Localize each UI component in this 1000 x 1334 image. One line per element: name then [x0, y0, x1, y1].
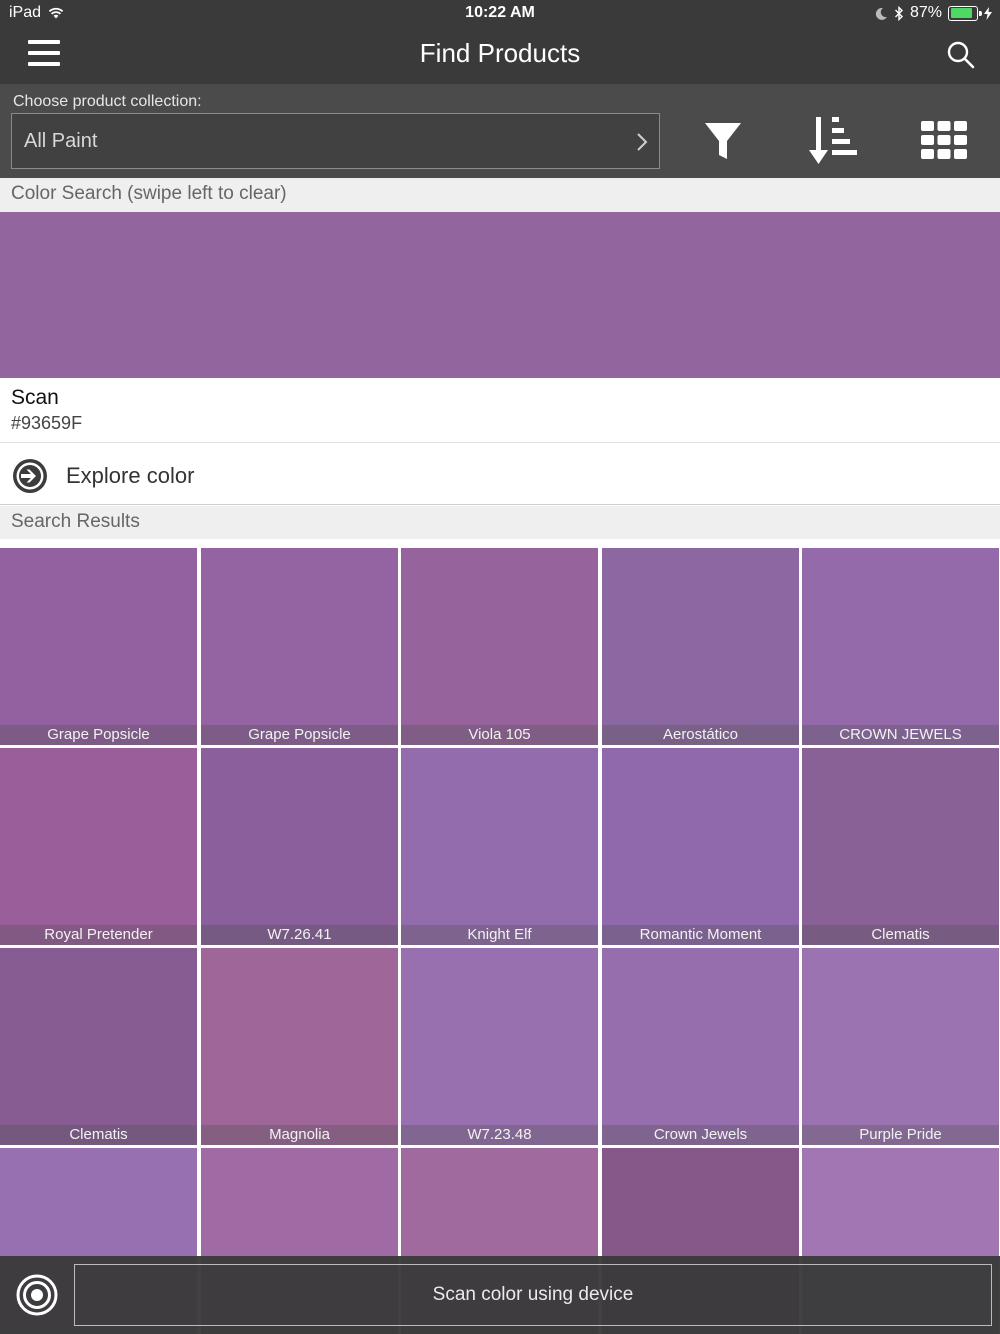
battery-fill — [950, 8, 973, 18]
bottom-bar: Scan color using device — [0, 1256, 1000, 1334]
color-tile-label: Crown Jewels — [602, 1125, 799, 1145]
scan-info: Scan #93659F — [0, 378, 1000, 443]
color-tile-label: Knight Elf — [401, 925, 598, 945]
scan-title: Scan — [11, 386, 59, 409]
status-right: 87% — [875, 4, 992, 22]
scanned-color-swatch[interactable] — [0, 212, 1000, 378]
color-tile-label: W7.23.48 — [401, 1125, 598, 1145]
color-tile-label: Viola 105 — [401, 725, 598, 745]
collection-controls: Choose product collection: All Paint — [0, 84, 1000, 178]
bluetooth-icon — [894, 5, 903, 21]
arrow-right-circle-icon — [13, 459, 47, 493]
collection-select[interactable]: All Paint — [11, 113, 660, 169]
color-tile[interactable]: W7.23.48 — [401, 948, 598, 1145]
color-tile[interactable]: Clematis — [0, 948, 197, 1145]
page-title: Find Products — [419, 38, 581, 68]
color-tile-label: Grape Popsicle — [201, 725, 398, 745]
moon-icon — [875, 7, 887, 20]
charging-bolt-icon — [984, 6, 992, 20]
color-tile[interactable]: Grape Popsicle — [201, 548, 398, 745]
collection-value: All Paint — [24, 130, 98, 152]
scan-target-icon[interactable] — [16, 1274, 58, 1316]
color-tile[interactable]: CROWN JEWELS — [802, 548, 999, 745]
color-tile[interactable]: Aerostático — [602, 548, 799, 745]
color-tile-label: Purple Pride — [802, 1125, 999, 1145]
chevron-right-icon — [637, 133, 648, 151]
color-tile-label: Magnolia — [201, 1125, 398, 1145]
collection-label: Choose product collection: — [13, 93, 202, 110]
scan-hex-value: #93659F — [11, 413, 83, 433]
color-tile[interactable]: Grape Popsicle — [0, 548, 197, 745]
color-search-header[interactable]: Color Search (swipe left to clear) — [0, 178, 1000, 212]
color-tile[interactable]: Viola 105 — [401, 548, 598, 745]
color-tile[interactable]: Magnolia — [201, 948, 398, 1145]
navigation-bar: Find Products — [0, 28, 1000, 84]
color-tile-label: CROWN JEWELS — [802, 725, 999, 745]
battery-percent: 87% — [909, 4, 942, 21]
color-tile[interactable]: Clematis — [802, 748, 999, 945]
search-icon[interactable] — [946, 40, 976, 70]
explore-color-label: Explore color — [66, 463, 195, 488]
grid-view-icon[interactable] — [916, 114, 972, 168]
results-grid: Grape Popsicle Grape Popsicle Viola 105 Aer… — [0, 548, 1000, 1334]
color-tile-label: Aerostático — [602, 725, 799, 745]
search-results-header: Search Results — [0, 506, 1000, 539]
color-tile[interactable]: Royal Pretender — [0, 748, 197, 945]
status-time: 10:22 AM — [465, 4, 535, 21]
color-tile[interactable]: Purple Pride — [802, 948, 999, 1145]
color-tile-label: Royal Pretender — [0, 925, 197, 945]
filter-icon[interactable] — [695, 114, 751, 168]
color-tile[interactable]: Knight Elf — [401, 748, 598, 945]
color-tile-label: Clematis — [802, 925, 999, 945]
explore-color-button[interactable]: Explore color — [0, 444, 1000, 505]
color-tile-label: W7.26.41 — [201, 925, 398, 945]
color-tile[interactable]: Romantic Moment — [602, 748, 799, 945]
color-tile[interactable]: W7.26.41 — [201, 748, 398, 945]
color-tile-label: Romantic Moment — [602, 925, 799, 945]
color-tile-label: Grape Popsicle — [0, 725, 197, 745]
battery-icon — [948, 5, 982, 21]
status-bar: iPad 10:22 AM 87% — [0, 0, 1000, 28]
color-tile-label: Clematis — [0, 1125, 197, 1145]
color-tile[interactable]: Crown Jewels — [602, 948, 799, 1145]
sort-icon[interactable] — [806, 114, 862, 168]
scan-color-button[interactable]: Scan color using device — [74, 1264, 992, 1326]
